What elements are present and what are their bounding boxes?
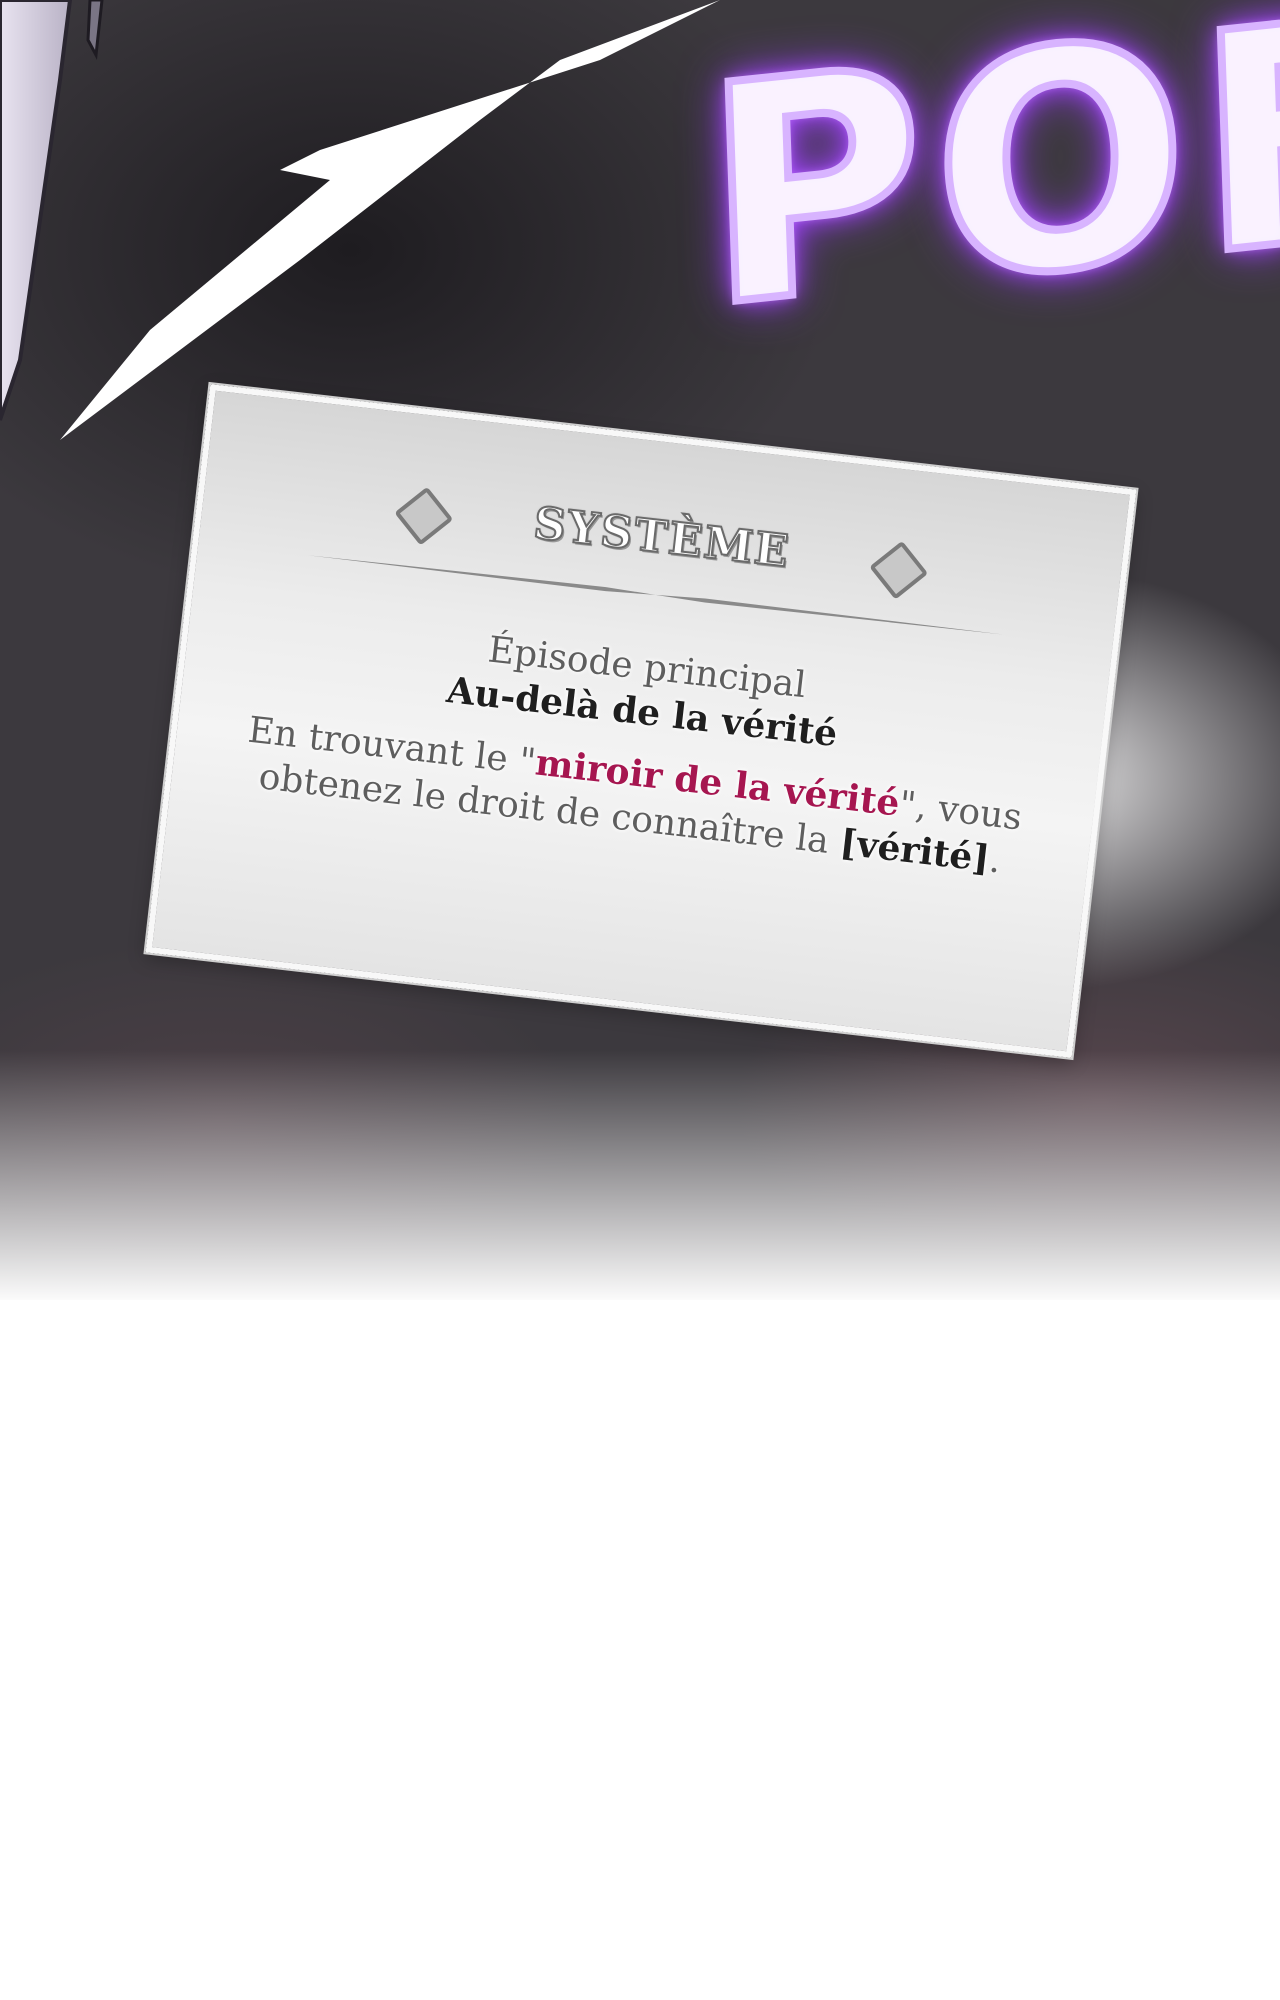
pof-sound-effect: POF: [695, 0, 1280, 379]
system-panel: SYSTÈME Épisode principal Au-delà de la …: [145, 384, 1137, 1058]
sword-blade: [0, 0, 73, 421]
comic-page: POF SYSTÈME Épisode principal Au-delà de…: [0, 0, 1280, 2000]
slash-streak: [60, 0, 720, 440]
system-message-body: Épisode principal Au-delà de la vérité E…: [210, 599, 1067, 889]
